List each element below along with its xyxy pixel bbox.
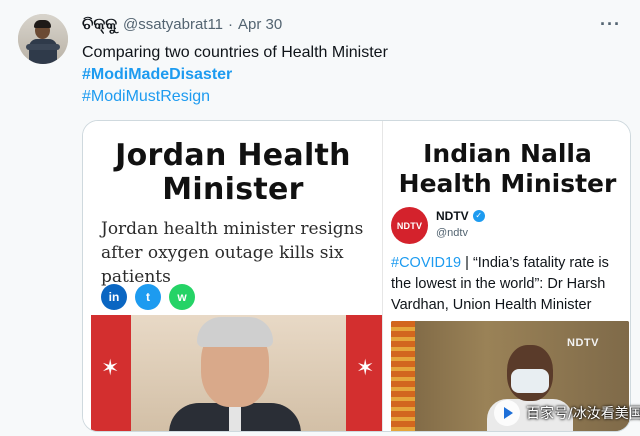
flag-star-icon: ✶ <box>101 355 120 380</box>
whatsapp-icon: w <box>169 284 195 310</box>
avatar[interactable] <box>18 14 68 64</box>
avatar-figure-hair <box>34 20 51 28</box>
display-name[interactable]: ଚିକ୍କୁ <box>82 16 117 34</box>
tweet-date[interactable]: Apr 30 <box>238 16 282 33</box>
avatar-figure-arm <box>26 44 60 50</box>
account-handle: @ndtv <box>436 227 468 239</box>
quote-hashtag: #COVID19 <box>391 255 462 271</box>
ndtv-logo: NDTV <box>391 207 428 244</box>
curtain-decoration <box>391 321 415 431</box>
left-panel: Jordan Health Minister Jordan health min… <box>83 121 386 431</box>
tweet-header: ଚିକ୍କୁ @ssatyabrat11 · Apr 30 <box>82 16 282 36</box>
user-handle[interactable]: @ssatyabrat11 <box>123 16 223 33</box>
twitter-icon: t <box>135 284 161 310</box>
left-panel-title: Jordan Health Minister <box>115 138 351 207</box>
watermark: 百家号/冰汝看美国 <box>494 398 640 428</box>
play-icon <box>494 400 520 426</box>
share-buttons: in t w <box>101 284 195 310</box>
hashtag-link[interactable]: #ModiMadeDisaster <box>82 66 232 84</box>
separator-dot: · <box>228 16 234 33</box>
hashtag-link[interactable]: #ModiMustResign <box>82 88 210 106</box>
minister-hair <box>197 317 273 347</box>
account-name: NDTV ✓ <box>436 209 485 223</box>
jordan-flag-right: ✶ <box>346 315 386 431</box>
tweet-media-image[interactable]: Jordan Health Minister Jordan health min… <box>82 120 631 432</box>
minister-shirt <box>229 403 241 431</box>
account-name-text: NDTV <box>436 209 469 223</box>
avatar-figure-body <box>29 39 57 64</box>
left-panel-headline: Jordan health minister resigns after oxy… <box>101 219 364 287</box>
linkedin-icon: in <box>101 284 127 310</box>
right-panel: Indian Nalla Health Minister NDTV NDTV ✓… <box>383 121 630 431</box>
more-options-icon[interactable]: ··· <box>600 14 621 35</box>
quoted-tweet-text: #COVID19 | “India’s fatality rate is the… <box>391 253 629 316</box>
ndtv-video-logo: NDTV <box>567 337 599 349</box>
watermark-text: 百家号/冰汝看美国 <box>526 406 640 422</box>
verified-icon: ✓ <box>472 210 485 222</box>
tweet[interactable]: ଚିକ୍କୁ @ssatyabrat11 · Apr 30 ··· Compar… <box>0 0 640 436</box>
right-panel-title: Indian Nalla Health Minister <box>398 139 617 198</box>
face-mask <box>511 369 549 393</box>
tweet-text: Comparing two countries of Health Minist… <box>82 44 388 61</box>
jordan-flag-left: ✶ <box>91 315 131 431</box>
jordan-minister-photo: ✶ ✶ <box>91 315 386 431</box>
flag-star-icon: ✶ <box>356 355 375 380</box>
